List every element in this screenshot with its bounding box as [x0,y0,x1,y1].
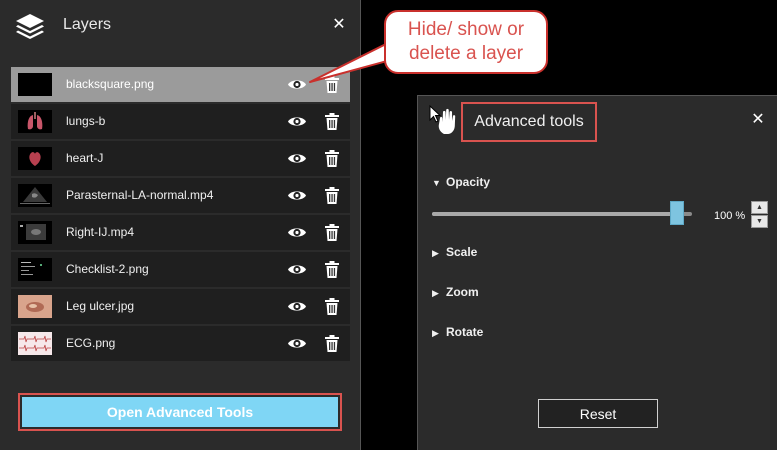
layer-name: ECG.png [66,336,116,350]
trash-icon[interactable] [324,223,340,242]
layer-name: Leg ulcer.jpg [66,299,135,313]
open-advanced-tools-button[interactable]: Open Advanced Tools [22,397,338,427]
layer-name: Checklist-2.png [66,262,149,276]
spin-up-button[interactable]: ▲ [751,201,768,214]
advanced-tools-panel: Advanced tools ✕ ▼ Opacity 100 % ▲ ▼ ▶ Sca… [417,95,777,450]
opacity-slider-thumb[interactable] [670,201,684,225]
trash-icon[interactable] [324,297,340,316]
layer-thumbnail [18,295,52,318]
layer-name: Right-IJ.mp4 [66,225,135,239]
layer-name: Parasternal-LA-normal.mp4 [66,188,214,202]
layer-thumbnail [18,73,52,96]
scale-label: Scale [446,245,478,259]
triangle-right-icon: ▶ [432,288,439,298]
layer-row[interactable]: heart-J [11,141,350,176]
rotate-label: Rotate [446,325,484,339]
layer-row[interactable]: Leg ulcer.jpg [11,289,350,324]
layer-row[interactable]: lungs-b [11,104,350,139]
layer-list: blacksquare.png lungs-b heart-J Parasternal… [11,67,350,363]
layer-thumbnail [18,332,52,355]
scale-section-toggle[interactable]: ▶ Scale [432,245,477,259]
advanced-tools-title: Advanced tools [474,113,584,130]
trash-icon[interactable] [324,112,340,131]
layer-thumbnail [18,147,52,170]
layer-row[interactable]: Checklist-2.png [11,252,350,287]
reset-button[interactable]: Reset [538,399,658,428]
annotation-callout: Hide/ show or delete a layer [384,10,548,74]
triangle-right-icon: ▶ [432,248,439,258]
trash-icon[interactable] [324,149,340,168]
trash-icon[interactable] [324,260,340,279]
eye-icon[interactable] [287,261,307,278]
layer-thumbnail [18,110,52,133]
trash-icon[interactable] [324,334,340,353]
open-advanced-tools-button-frame: Open Advanced Tools [18,393,342,431]
rotate-section-toggle[interactable]: ▶ Rotate [432,325,483,339]
eye-icon[interactable] [287,335,307,352]
layers-stack-icon [16,14,44,39]
close-icon[interactable]: ✕ [330,16,348,34]
layer-thumbnail [18,258,52,281]
layer-name: lungs-b [66,114,106,128]
zoom-label: Zoom [446,285,479,299]
panel-title: Layers [63,16,112,33]
triangle-right-icon: ▶ [432,328,439,338]
zoom-section-toggle[interactable]: ▶ Zoom [432,285,479,299]
eye-icon[interactable] [287,187,307,204]
eye-icon[interactable] [287,113,307,130]
spin-down-button[interactable]: ▼ [751,215,768,228]
close-icon[interactable]: ✕ [749,111,767,129]
trash-icon[interactable] [324,186,340,205]
eye-icon[interactable] [287,224,307,241]
opacity-slider[interactable] [432,201,692,225]
layer-row[interactable]: Parasternal-LA-normal.mp4 [11,178,350,213]
opacity-section-toggle[interactable]: ▼ Opacity [432,175,490,189]
layer-thumbnail [18,184,52,207]
opacity-slider-fill [432,212,678,216]
opacity-label: Opacity [446,175,491,189]
layer-row[interactable]: ECG.png [11,326,350,361]
layer-name: heart-J [66,151,104,165]
eye-icon[interactable] [287,150,307,167]
eye-icon[interactable] [287,298,307,315]
callout-line-2: delete a layer [408,43,524,64]
triangle-down-icon: ▼ [432,178,441,188]
hand-pointer-icon [429,104,456,134]
advanced-tools-title-box: Advanced tools [461,102,597,142]
opacity-spinner: ▲ ▼ [751,201,768,229]
opacity-value: 100 % [714,210,746,222]
layer-row[interactable]: Right-IJ.mp4 [11,215,350,250]
layer-thumbnail [18,221,52,244]
callout-line-1: Hide/ show or [407,19,525,40]
layer-name: blacksquare.png [66,77,155,91]
